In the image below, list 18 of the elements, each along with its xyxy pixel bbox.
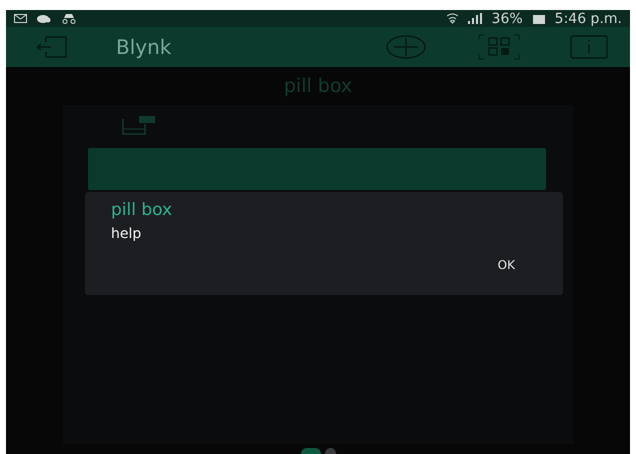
battery-icon [532,13,545,24]
widget-icon[interactable] [122,115,156,135]
button-widget[interactable] [88,148,546,190]
logout-icon[interactable] [36,36,68,58]
ok-button[interactable]: OK [494,256,519,274]
wifi-icon [446,13,458,24]
app-title: Blynk [116,35,172,59]
info-icon[interactable] [570,35,608,59]
dialog-message: help [111,226,142,242]
dialog-title: pill box [111,200,174,220]
cloud-icon [37,14,51,23]
incognito-icon [61,14,77,24]
battery-percentage: 36% [492,10,523,26]
signal-icon [468,13,482,24]
qr-code-icon[interactable] [478,34,520,60]
mail-icon [14,14,27,23]
clock-time: 5:46 p.m. [554,10,622,26]
add-icon[interactable] [386,35,426,59]
